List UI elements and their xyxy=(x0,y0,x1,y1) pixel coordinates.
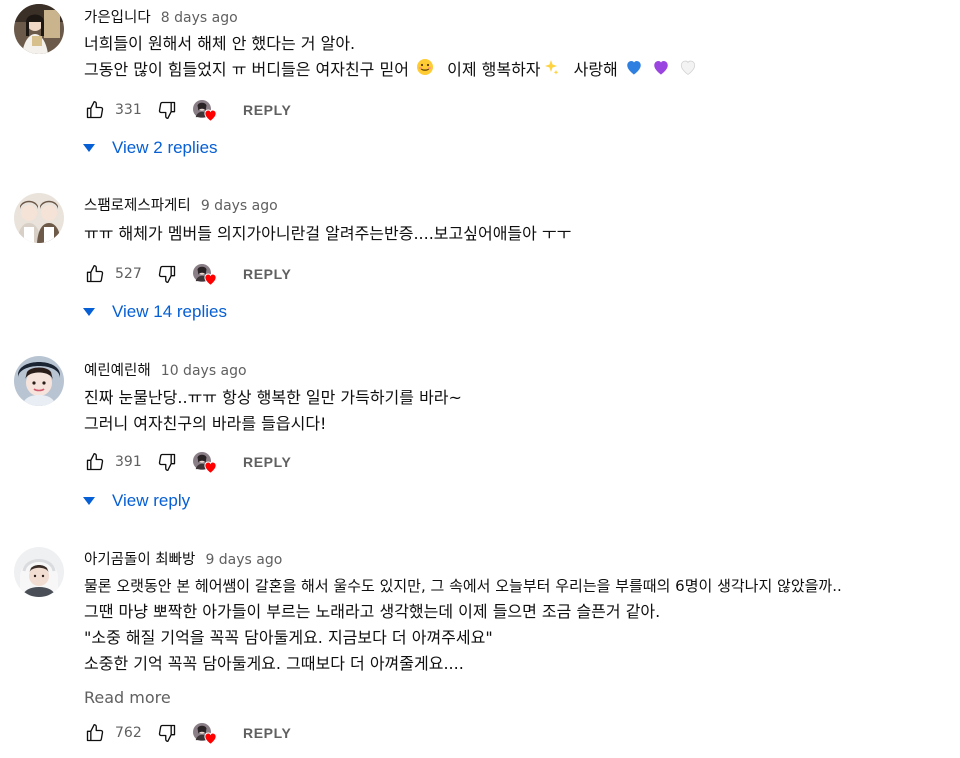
reply-button[interactable]: REPLY xyxy=(243,725,291,741)
thumbs-up-icon xyxy=(85,723,105,743)
like-button[interactable] xyxy=(84,450,106,474)
comment-line-part: 이제 행복하자 xyxy=(447,60,541,79)
smile-emoji-icon xyxy=(416,58,434,84)
comment-text: 물론 오랫동안 본 헤어쌤이 갈혼을 해서 울수도 있지만, 그 속에서 오늘부… xyxy=(84,573,940,677)
comment-body: 아기곰돌이 최빠방 9 days ago 물론 오랫동안 본 헤어쌤이 갈혼을 … xyxy=(84,548,940,713)
comment-header: 가은입니다 8 days ago xyxy=(84,6,940,28)
caret-down-icon xyxy=(82,307,96,317)
like-button[interactable] xyxy=(84,721,106,745)
comment-header: 스팸로제스파게티 9 days ago xyxy=(84,194,940,216)
author-name[interactable]: 아기곰돌이 최빠방 xyxy=(84,552,195,568)
view-replies-button[interactable]: View 14 replies xyxy=(82,298,227,326)
dislike-button[interactable] xyxy=(155,721,179,745)
comment-toolbar: 391 REPLY xyxy=(84,448,291,476)
view-replies-label: View reply xyxy=(112,491,191,510)
like-count: 331 xyxy=(115,102,142,118)
author-name[interactable]: 가은입니다 xyxy=(84,10,151,26)
heart-icon xyxy=(203,272,218,286)
creator-heart-badge xyxy=(193,721,221,745)
avatar[interactable] xyxy=(14,193,64,243)
creator-heart-badge xyxy=(193,262,221,286)
dislike-button[interactable] xyxy=(155,98,179,122)
heart-icon xyxy=(203,731,218,745)
comment-line: 소중한 기억 꼭꼭 담아둘게요. 그때보다 더 아껴줄게요.... xyxy=(84,654,464,673)
view-replies-button[interactable]: View reply xyxy=(82,487,190,515)
comment-time[interactable]: 9 days ago xyxy=(201,198,278,214)
comment-toolbar: 331 REPLY xyxy=(84,96,291,124)
comment-line: ㅠㅠ 해체가 멤버들 의지가아니란걸 알려주는반증....보고싶어애들아 ㅜㅜ xyxy=(84,224,572,243)
comment-body: 예린예린해 10 days ago 진짜 눈물난당..ㅠㅠ 항상 행복한 일만 … xyxy=(84,359,940,437)
view-replies-label: View 14 replies xyxy=(112,302,227,321)
dislike-button[interactable] xyxy=(155,450,179,474)
heart-icon xyxy=(203,108,218,122)
creator-heart-badge xyxy=(193,450,221,474)
thumbs-down-icon xyxy=(157,264,177,284)
comment-line: 그땐 마냥 뽀짝한 아가들이 부르는 노래라고 생각했는데 이제 들으면 조금 … xyxy=(84,602,661,621)
comment-body: 가은입니다 8 days ago 너희들이 원해서 해체 안 했다는 거 알아.… xyxy=(84,6,940,83)
thumbs-up-icon xyxy=(85,100,105,120)
comments-section: 가은입니다 8 days ago 너희들이 원해서 해체 안 했다는 거 알아.… xyxy=(0,0,960,758)
caret-down-icon xyxy=(82,496,96,506)
reply-button[interactable]: REPLY xyxy=(243,102,291,118)
author-name[interactable]: 스팸로제스파게티 xyxy=(84,198,191,214)
comment-time[interactable]: 8 days ago xyxy=(161,10,238,26)
read-more-button[interactable]: Read more xyxy=(84,683,940,713)
comment-line: 진짜 눈물난당..ㅠㅠ 항상 행복한 일만 가득하기를 바라~ xyxy=(84,388,462,407)
sparkles-emoji-icon xyxy=(543,58,559,84)
comment-line-part: 사랑해 xyxy=(573,60,618,79)
thumbs-down-icon xyxy=(157,452,177,472)
comment-text: 너희들이 원해서 해체 안 했다는 거 알아. 그동안 많이 힘들었지 ㅠ 버디… xyxy=(84,31,940,83)
comment-text: ㅠㅠ 해체가 멤버들 의지가아니란걸 알려주는반증....보고싶어애들아 ㅜㅜ xyxy=(84,221,940,247)
author-name[interactable]: 예린예린해 xyxy=(84,363,151,379)
comment-body: 스팸로제스파게티 9 days ago ㅠㅠ 해체가 멤버들 의지가아니란걸 알… xyxy=(84,194,940,247)
avatar[interactable] xyxy=(14,547,64,597)
view-replies-label: View 2 replies xyxy=(112,138,218,157)
comment-time[interactable]: 10 days ago xyxy=(161,363,247,379)
view-replies-button[interactable]: View 2 replies xyxy=(82,134,218,162)
like-button[interactable] xyxy=(84,262,106,286)
comment-line-part: 그동안 많이 힘들었지 ㅠ 버디들은 여자친구 믿어 xyxy=(84,60,409,79)
thumbs-up-icon xyxy=(85,452,105,472)
comment-line: 물론 오랫동안 본 헤어쌤이 갈혼을 해서 울수도 있지만, 그 속에서 오늘부… xyxy=(84,577,842,595)
purple-heart-emoji-icon xyxy=(652,58,670,84)
creator-heart-badge xyxy=(193,98,221,122)
avatar[interactable] xyxy=(14,356,64,406)
reply-button[interactable]: REPLY xyxy=(243,266,291,282)
thumbs-up-icon xyxy=(85,264,105,284)
comment-time[interactable]: 9 days ago xyxy=(205,552,282,568)
dislike-button[interactable] xyxy=(155,262,179,286)
comment-line: 그동안 많이 힘들었지 ㅠ 버디들은 여자친구 믿어 이제 행복하자 사랑해 xyxy=(84,57,940,83)
like-button[interactable] xyxy=(84,98,106,122)
comment-toolbar: 762 REPLY xyxy=(84,719,291,747)
reply-button[interactable]: REPLY xyxy=(243,454,291,470)
comment-line: 너희들이 원해서 해체 안 했다는 거 알아. xyxy=(84,34,356,53)
comment-line: 그러니 여자친구의 바라를 들읍시다! xyxy=(84,414,327,433)
thumbs-down-icon xyxy=(157,723,177,743)
comment-header: 예린예린해 10 days ago xyxy=(84,359,940,381)
thumbs-down-icon xyxy=(157,100,177,120)
heart-icon xyxy=(203,460,218,474)
like-count: 391 xyxy=(115,454,142,470)
white-heart-emoji-icon xyxy=(679,58,697,84)
like-count: 762 xyxy=(115,725,142,741)
comment-line: "소중 해질 기억을 꼭꼭 담아둘게요. 지금보다 더 아껴주세요" xyxy=(84,628,493,647)
avatar[interactable] xyxy=(14,4,64,54)
comment-text: 진짜 눈물난당..ㅠㅠ 항상 행복한 일만 가득하기를 바라~ 그러니 여자친구… xyxy=(84,385,940,437)
comment-header: 아기곰돌이 최빠방 9 days ago xyxy=(84,548,940,570)
caret-down-icon xyxy=(82,143,96,153)
like-count: 527 xyxy=(115,266,142,282)
blue-heart-emoji-icon xyxy=(625,58,643,84)
comment-toolbar: 527 REPLY xyxy=(84,260,291,288)
